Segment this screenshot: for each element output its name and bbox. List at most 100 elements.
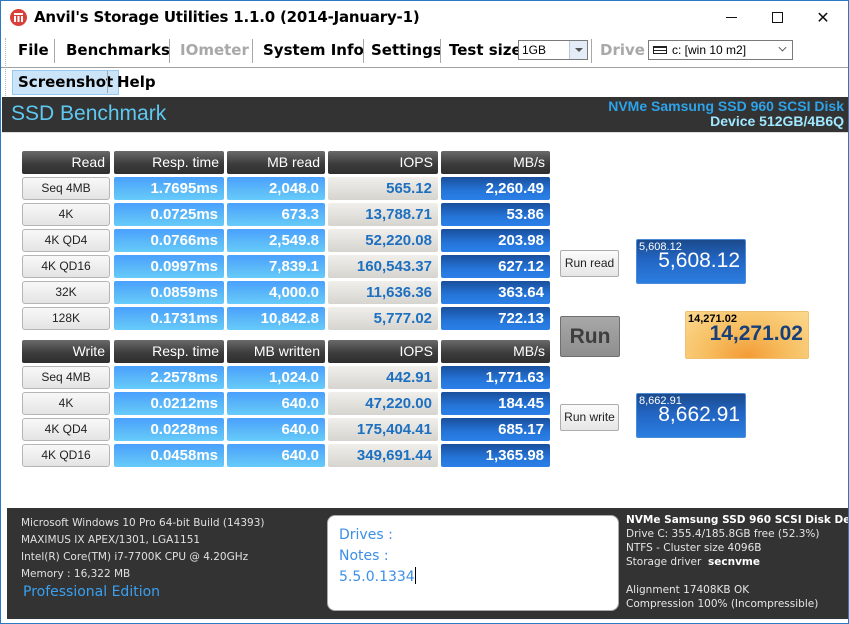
read-mbs-cell: 53.86 bbox=[441, 203, 550, 226]
read-row-label[interactable]: Seq 4MB bbox=[22, 177, 110, 200]
read-row-label[interactable]: 4K QD16 bbox=[22, 255, 110, 278]
write-score: 8,662.91 8,662.91 bbox=[636, 393, 746, 438]
read-iops-cell: 11,636.36 bbox=[328, 281, 438, 304]
write-iops-cell: 47,220.00 bbox=[328, 392, 438, 415]
run-read-button[interactable]: Run read bbox=[560, 250, 619, 277]
write-column-header: Resp. time bbox=[114, 340, 224, 363]
write-resp-time-cell: 2.2578ms bbox=[114, 366, 224, 389]
test-size-select[interactable]: 1GB bbox=[518, 40, 588, 60]
disk-info-compression: Compression 100% (Incompressible) bbox=[626, 598, 819, 610]
read-mbs-cell: 627.12 bbox=[441, 255, 550, 278]
drive-select[interactable]: c: [win 10 m2] bbox=[648, 40, 793, 60]
read-iops-cell: 5,777.02 bbox=[328, 307, 438, 330]
write-column-header: Write bbox=[22, 340, 110, 363]
read-resp-time-cell: 0.0859ms bbox=[114, 281, 224, 304]
total-score: 14,271.02 14,271.02 bbox=[685, 311, 809, 359]
read-mb-cell: 2,549.8 bbox=[227, 229, 325, 252]
close-button[interactable]: ✕ bbox=[800, 1, 846, 33]
run-button[interactable]: Run bbox=[560, 316, 620, 357]
benchmark-header: SSD Benchmark NVMe Samsung SSD 960 SCSI … bbox=[2, 97, 848, 132]
dropdown-arrow-icon[interactable] bbox=[569, 41, 587, 59]
info-footer: Microsoft Windows 10 Pro 64-bit Build (1… bbox=[7, 508, 848, 619]
read-iops-cell: 565.12 bbox=[328, 177, 438, 200]
minimize-button[interactable] bbox=[708, 1, 754, 33]
read-row-label[interactable]: 4K QD4 bbox=[22, 229, 110, 252]
read-column-header: Read bbox=[22, 151, 110, 174]
read-column-header: MB/s bbox=[441, 151, 550, 174]
read-mbs-cell: 722.13 bbox=[441, 307, 550, 330]
write-row-label[interactable]: 4K bbox=[22, 392, 110, 415]
notes-textarea[interactable]: Drives : Notes : 5.5.0.1334 bbox=[327, 515, 619, 611]
drive-icon bbox=[653, 46, 667, 54]
menu-file[interactable]: File bbox=[12, 34, 55, 67]
menu-separator bbox=[363, 39, 364, 63]
edition-label: Professional Edition bbox=[23, 584, 161, 600]
write-resp-time-cell: 0.0458ms bbox=[114, 444, 224, 467]
menu-separator bbox=[169, 39, 170, 63]
motherboard-info: MAXIMUS IX APEX/1301, LGA1151 bbox=[21, 534, 201, 546]
read-row-label[interactable]: 32K bbox=[22, 281, 110, 304]
write-mbs-cell: 184.45 bbox=[441, 392, 550, 415]
menu-separator bbox=[440, 39, 441, 63]
read-iops-cell: 52,220.08 bbox=[328, 229, 438, 252]
write-iops-cell: 442.91 bbox=[328, 366, 438, 389]
run-write-button[interactable]: Run write bbox=[560, 404, 619, 431]
disk-info-drive: Drive C: 355.4/185.8GB free (52.3%) bbox=[626, 528, 820, 540]
menu-benchmarks[interactable]: Benchmarks bbox=[60, 34, 176, 67]
disk-info-alignment: Alignment 17408KB OK bbox=[626, 584, 750, 596]
write-iops-cell: 175,404.41 bbox=[328, 418, 438, 441]
disk-name-line1: NVMe Samsung SSD 960 SCSI Disk bbox=[608, 98, 844, 114]
test-size-label: Test size bbox=[449, 41, 522, 59]
write-iops-cell: 349,691.44 bbox=[328, 444, 438, 467]
write-row-label[interactable]: Seq 4MB bbox=[22, 366, 110, 389]
test-size-value: 1GB bbox=[522, 43, 547, 57]
read-resp-time-cell: 0.0997ms bbox=[114, 255, 224, 278]
menu-settings[interactable]: Settings bbox=[365, 34, 448, 67]
read-mb-cell: 2,048.0 bbox=[227, 177, 325, 200]
write-row-label[interactable]: 4K QD16 bbox=[22, 444, 110, 467]
read-iops-cell: 13,788.71 bbox=[328, 203, 438, 226]
read-mbs-cell: 363.64 bbox=[441, 281, 550, 304]
write-column-header: MB written bbox=[227, 340, 325, 363]
write-mb-cell: 1,024.0 bbox=[227, 366, 325, 389]
read-mb-cell: 4,000.0 bbox=[227, 281, 325, 304]
disk-info: NVMe Samsung SSD 960 SCSI Disk Devi Driv… bbox=[626, 513, 848, 611]
write-mb-cell: 640.0 bbox=[227, 392, 325, 415]
read-resp-time-cell: 1.7695ms bbox=[114, 177, 224, 200]
write-resp-time-cell: 0.0228ms bbox=[114, 418, 224, 441]
read-mb-cell: 673.3 bbox=[227, 203, 325, 226]
read-column-header: MB read bbox=[227, 151, 325, 174]
read-resp-time-cell: 0.0725ms bbox=[114, 203, 224, 226]
write-mbs-cell: 1,365.98 bbox=[441, 444, 550, 467]
benchmark-title: SSD Benchmark bbox=[11, 102, 167, 125]
menu-help[interactable]: Help bbox=[112, 70, 161, 95]
cpu-info: Intel(R) Core(TM) i7-7700K CPU @ 4.20GHz bbox=[21, 551, 249, 563]
disk-info-name: NVMe Samsung SSD 960 SCSI Disk Devi bbox=[626, 514, 848, 526]
read-iops-cell: 160,543.37 bbox=[328, 255, 438, 278]
memory-info: Memory : 16,322 MB bbox=[21, 568, 131, 580]
write-mb-cell: 640.0 bbox=[227, 444, 325, 467]
disk-name: NVMe Samsung SSD 960 SCSI Disk Device 51… bbox=[608, 99, 844, 129]
maximize-icon bbox=[771, 11, 783, 23]
maximize-button[interactable] bbox=[754, 1, 800, 33]
menu-screenshot[interactable]: Screenshot bbox=[12, 70, 120, 95]
menu-separator bbox=[252, 39, 253, 63]
window-title: Anvil's Storage Utilities 1.1.0 (2014-Ja… bbox=[34, 8, 420, 26]
write-column-header: MB/s bbox=[441, 340, 550, 363]
write-row-label[interactable]: 4K QD4 bbox=[22, 418, 110, 441]
read-row-label[interactable]: 4K bbox=[22, 203, 110, 226]
disk-name-line2: Device 512GB/4B6Q bbox=[710, 113, 844, 129]
menu-separator bbox=[107, 71, 108, 93]
write-mbs-cell: 1,771.63 bbox=[441, 366, 550, 389]
menu-bar-secondary: Screenshot Help bbox=[1, 67, 848, 96]
system-info: Microsoft Windows 10 Pro 64-bit Build (1… bbox=[21, 515, 265, 583]
drives-label: Drives : bbox=[339, 527, 393, 543]
write-score-value: 8,662.91 bbox=[658, 403, 740, 426]
write-mbs-cell: 685.17 bbox=[441, 418, 550, 441]
drive-value: c: [win 10 m2] bbox=[672, 43, 747, 57]
read-row-label[interactable]: 128K bbox=[22, 307, 110, 330]
read-mbs-cell: 203.98 bbox=[441, 229, 550, 252]
menu-system-info[interactable]: System Info bbox=[257, 34, 370, 67]
write-mb-cell: 640.0 bbox=[227, 418, 325, 441]
disk-info-fs: NTFS - Cluster size 4096B bbox=[626, 542, 762, 554]
